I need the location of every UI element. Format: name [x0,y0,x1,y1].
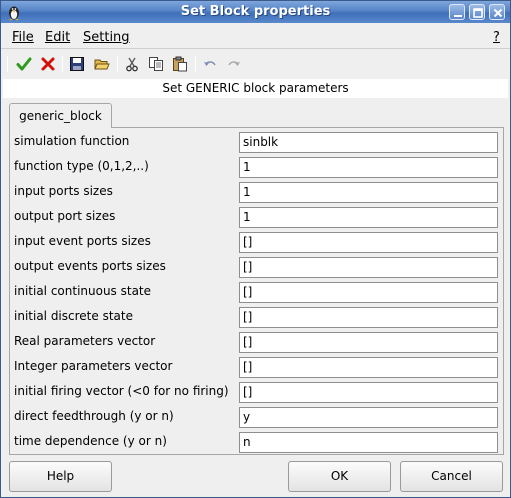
check-icon [16,57,32,71]
toolbar-grip [7,56,8,72]
toolbar [1,51,510,77]
toolbar-separator [117,56,118,72]
discard-button[interactable] [38,54,58,74]
param-row: output events ports sizes [] [10,255,503,279]
param-label: initial firing vector (<0 for no firing) [14,384,229,398]
simulation-function-input[interactable]: sinblk [239,132,498,153]
copy-icon [149,57,163,71]
input-ports-sizes-input[interactable]: 1 [239,182,498,203]
param-row: direct feedthrough (y or n) y [10,405,503,429]
title-bar[interactable]: Set Block properties [1,1,510,23]
param-label: Integer parameters vector [14,359,173,373]
menu-file-label: File [12,30,34,45]
ok-button[interactable]: OK [288,461,391,492]
undo-button[interactable] [200,54,220,74]
time-dependence-input[interactable]: n [239,432,498,453]
tab-generic-block[interactable]: generic_block [9,103,112,128]
menu-file[interactable]: File [12,30,34,45]
menu-help-label: ? [493,30,500,45]
close-icon [493,8,503,18]
paste-button[interactable] [170,54,190,74]
redo-icon [228,61,240,66]
output-port-sizes-input[interactable]: 1 [239,207,498,228]
menu-setting-label: Setting [83,30,130,45]
param-row: Integer parameters vector [] [10,355,503,379]
tab-label: generic_block [19,109,102,123]
menu-help[interactable]: ? [493,30,500,45]
param-row: time dependence (y or n) n [10,430,503,454]
output-events-ports-input[interactable]: [] [239,257,498,278]
param-row: Real parameters vector [] [10,330,503,354]
param-label: input ports sizes [14,184,113,198]
cut-button[interactable] [122,54,142,74]
param-row: simulation function sinblk [10,130,503,154]
param-row: function type (0,1,2,..) 1 [10,155,503,179]
param-row: initial firing vector (<0 for no firing)… [10,380,503,404]
save-icon [70,57,84,71]
maximize-icon [473,8,483,18]
real-parameters-input[interactable]: [] [239,332,498,353]
param-label: simulation function [14,134,130,148]
minimize-button[interactable] [449,4,465,20]
param-label: direct feedthrough (y or n) [14,409,174,423]
open-button[interactable] [92,54,112,74]
param-row: initial discrete state [] [10,305,503,329]
param-label: function type (0,1,2,..) [14,159,149,173]
menu-setting[interactable]: Setting [83,30,130,45]
maximize-button[interactable] [469,4,485,20]
paste-icon [173,56,187,72]
param-row: input ports sizes 1 [10,180,503,204]
input-event-ports-input[interactable]: [] [239,232,498,253]
param-label: Real parameters vector [14,334,156,348]
param-row: output port sizes 1 [10,205,503,229]
minimize-icon [454,15,462,17]
cancel-button[interactable]: Cancel [400,461,503,492]
dialog-subtitle: Set GENERIC block parameters [3,79,508,98]
function-type-input[interactable]: 1 [239,157,498,178]
toolbar-separator [62,56,63,72]
redo-button[interactable] [224,54,244,74]
undo-icon [204,61,216,66]
parameters-panel: simulation function sinblk function type… [9,127,504,455]
copy-button[interactable] [146,54,166,74]
dialog-window: Set Block properties File Edit Setting ? [0,0,511,498]
param-label: initial discrete state [14,309,133,323]
menu-bar: File Edit Setting ? [1,25,510,49]
window-title: Set Block properties [180,4,331,19]
param-row: initial continuous state [] [10,280,503,304]
toolbar-separator [195,56,196,72]
cut-icon [126,57,138,72]
param-label: output events ports sizes [14,259,166,273]
menu-edit[interactable]: Edit [45,30,70,45]
integer-parameters-input[interactable]: [] [239,357,498,378]
initial-continuous-state-input[interactable]: [] [239,282,498,303]
open-folder-icon [94,59,110,70]
save-button[interactable] [67,54,87,74]
cancel-icon [41,57,55,71]
initial-firing-vector-input[interactable]: [] [239,382,498,403]
param-label: time dependence (y or n) [14,434,167,448]
param-label: initial continuous state [14,284,152,298]
direct-feedthrough-input[interactable]: y [239,407,498,428]
help-button[interactable]: Help [9,461,112,492]
apply-button[interactable] [14,54,34,74]
close-window-button[interactable] [489,4,505,20]
param-row: input event ports sizes [] [10,230,503,254]
initial-discrete-state-input[interactable]: [] [239,307,498,328]
menu-edit-label: Edit [45,30,71,45]
param-label: output port sizes [14,209,116,223]
param-label: input event ports sizes [14,234,151,248]
